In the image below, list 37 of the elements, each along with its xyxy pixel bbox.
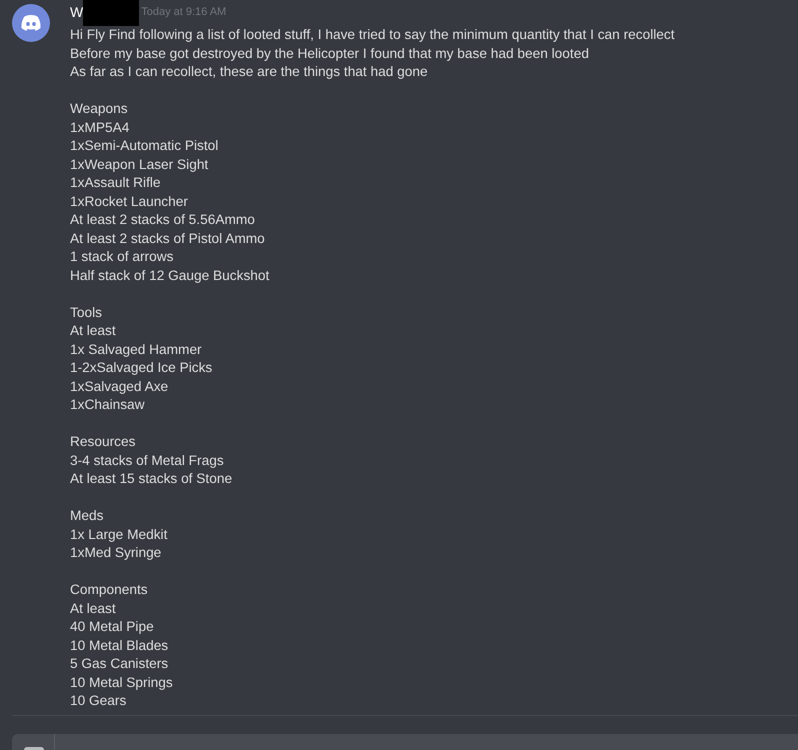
message-line: Before my base got destroyed by the Helicopter I found that my base had been looted: [70, 44, 589, 63]
username[interactable]: W: [70, 3, 84, 21]
list-item: At least 15 stacks of Stone: [70, 470, 232, 488]
timestamp: Today at 9:16 AM: [141, 5, 226, 20]
attach-button[interactable]: [24, 747, 44, 750]
avatar-icon[interactable]: [12, 4, 50, 42]
section-heading: Resources: [70, 433, 136, 451]
list-item: Half stack of 12 Gauge Buckshot: [70, 266, 270, 285]
section-heading: Components: [70, 581, 148, 599]
list-item: 1xAssault Rifle: [70, 174, 161, 192]
list-item: 10 Metal Springs: [70, 674, 173, 692]
section-heading: Tools: [70, 304, 102, 322]
list-item: 1-2xSalvaged Ice Picks: [70, 359, 212, 377]
list-item: 10 Metal Blades: [70, 636, 168, 654]
list-item: At least 2 stacks of 5.56Ammo: [70, 211, 255, 229]
list-item: At least: [70, 322, 116, 340]
list-item: At least: [70, 600, 116, 618]
message-line: As far as I can recollect, these are the things that had gone: [70, 63, 428, 81]
list-item: 1x Salvaged Hammer: [70, 340, 202, 359]
message-input-field[interactable]: [12, 734, 798, 750]
list-item: 1x Large Medkit: [70, 526, 168, 544]
list-item: 1xSalvaged Axe: [70, 378, 168, 396]
section-heading: Weapons: [70, 100, 128, 118]
list-item: At least 2 stacks of Pistol Ammo: [70, 230, 265, 248]
list-item: 40 Metal Pipe: [70, 618, 154, 636]
section-heading: Meds: [70, 507, 104, 525]
list-item: 1xChainsaw: [70, 396, 145, 414]
list-item: 1xMP5A4: [70, 118, 130, 136]
message-line: Hi Fly Find following a list of looted stuff, I have tried to say the minimum quantity that I can recollect: [70, 26, 675, 44]
list-item: 1xWeapon Laser Sight: [70, 156, 208, 174]
list-item: 1 stack of arrows: [70, 248, 174, 266]
list-item: 1xMed Syringe: [70, 544, 162, 562]
list-item: 1xSemi-Automatic Pistol: [70, 137, 218, 155]
list-item: 5 Gas Canisters: [70, 655, 168, 673]
list-item: 3-4 stacks of Metal Frags: [70, 452, 224, 470]
list-item: 1xRocket Launcher: [70, 192, 188, 210]
list-item: 10 Gears: [70, 692, 126, 710]
